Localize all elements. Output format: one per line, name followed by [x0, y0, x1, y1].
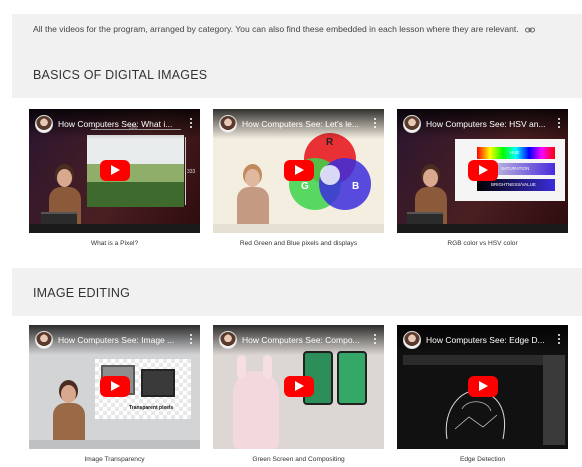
video-caption[interactable]: Green Screen and Compositing [213, 456, 384, 463]
label-g: G [301, 181, 309, 192]
link-icon[interactable] [525, 27, 535, 33]
intro-banner: All the videos for the program, arranged… [12, 14, 582, 50]
video-caption[interactable]: What is a Pixel? [29, 240, 200, 247]
video-caption[interactable]: RGB color vs HSV color [397, 240, 568, 247]
video-footer [397, 224, 568, 233]
play-icon[interactable] [100, 376, 130, 397]
kebab-menu-icon[interactable] [189, 334, 192, 345]
play-icon[interactable] [468, 160, 498, 181]
section-heading: BASICS OF DIGITAL IMAGES [33, 68, 208, 82]
kebab-menu-icon[interactable] [189, 118, 192, 129]
video-titlebar: How Computers See: Edge D... [397, 325, 568, 355]
saturation-label: SATURATION [501, 166, 530, 171]
video-footer [213, 224, 384, 233]
video-caption[interactable]: Edge Detection [397, 456, 568, 463]
bunny-character [233, 371, 279, 449]
play-icon[interactable] [284, 376, 314, 397]
play-icon[interactable] [284, 160, 314, 181]
laptop [407, 212, 443, 224]
video-hsv-color[interactable]: HUE SATURATION BRIGHTNESS/VALUE How Comp… [397, 109, 568, 233]
label-b: B [352, 181, 360, 192]
intro-description: All the videos for the program, arranged… [33, 24, 519, 34]
bunny-ear-right [263, 355, 272, 379]
computer-graphic [141, 369, 175, 397]
kebab-menu-icon[interactable] [557, 334, 560, 345]
laptop [41, 212, 77, 224]
intro-text: All the videos for the program, arranged… [33, 24, 535, 34]
kebab-menu-icon[interactable] [373, 334, 376, 345]
video-title[interactable]: How Computers See: HSV an... [426, 119, 546, 129]
video-image-transparency[interactable]: Transparent pixels How Computers See: Im… [29, 325, 200, 449]
play-icon[interactable] [468, 376, 498, 397]
video-title[interactable]: How Computers See: Let's le... [242, 119, 362, 129]
video-title[interactable]: How Computers See: What i... [58, 119, 178, 129]
phone-graphic-right [337, 351, 367, 405]
video-footer [29, 440, 200, 449]
height-label: 333 [187, 169, 196, 175]
section-image-editing: IMAGE EDITING [12, 268, 582, 316]
video-title[interactable]: How Computers See: Image ... [58, 335, 178, 345]
video-titlebar: How Computers See: Compo... [213, 325, 384, 355]
video-green-screen[interactable]: How Computers See: Compo... [213, 325, 384, 449]
video-title[interactable]: How Computers See: Compo... [242, 335, 362, 345]
editor-toolbar [403, 355, 543, 365]
avatar-icon[interactable] [403, 331, 421, 349]
video-title[interactable]: How Computers See: Edge D... [426, 335, 546, 345]
section-basics: BASICS OF DIGITAL IMAGES [12, 50, 582, 98]
kebab-menu-icon[interactable] [373, 118, 376, 129]
video-rgb-pixels[interactable]: R G B How Computers See: Let's le... [213, 109, 384, 233]
avatar-icon[interactable] [219, 115, 237, 133]
avatar-icon[interactable] [219, 331, 237, 349]
transparent-label: Transparent pixels [129, 405, 174, 411]
video-titlebar: How Computers See: What i... [29, 109, 200, 139]
play-icon[interactable] [100, 160, 130, 181]
kebab-menu-icon[interactable] [557, 118, 560, 129]
video-titlebar: How Computers See: Image ... [29, 325, 200, 355]
video-titlebar: How Computers See: Let's le... [213, 109, 384, 139]
video-what-is-a-pixel[interactable]: 500 333 How Computers See: What i... [29, 109, 200, 233]
editor-side-panel [543, 355, 565, 445]
avatar-icon[interactable] [403, 115, 421, 133]
height-ruler [185, 137, 186, 205]
video-edge-detection[interactable]: How Computers See: Edge D... [397, 325, 568, 449]
video-titlebar: How Computers See: HSV an... [397, 109, 568, 139]
brightness-label: BRIGHTNESS/VALUE [491, 182, 536, 187]
avatar-icon[interactable] [35, 331, 53, 349]
hue-label: HUE [510, 150, 520, 155]
video-caption[interactable]: Red Green and Blue pixels and displays [213, 240, 384, 247]
section-heading: IMAGE EDITING [33, 286, 131, 300]
bunny-ear-left [237, 355, 246, 379]
avatar-icon[interactable] [35, 115, 53, 133]
video-caption[interactable]: Image Transparency [29, 456, 200, 463]
video-footer [29, 224, 200, 233]
